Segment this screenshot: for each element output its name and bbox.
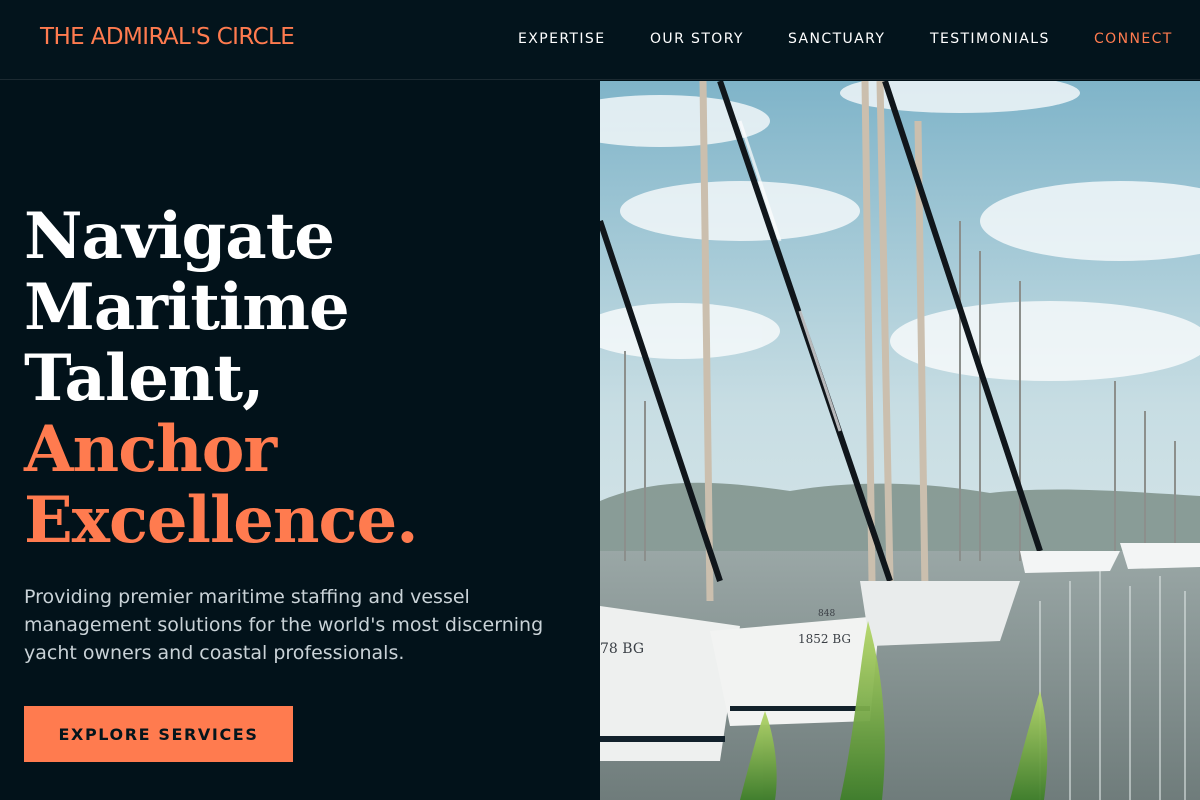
- explore-services-button[interactable]: EXPLORE SERVICES: [24, 706, 293, 762]
- nav-link-testimonials[interactable]: TESTIMONIALS: [930, 31, 1050, 47]
- hull-marking-848: 848: [818, 609, 835, 619]
- top-navigation-bar: THE ADMIRAL'S CIRCLE EXPERTISE OUR STORY…: [0, 0, 1200, 80]
- hero-subtext: Providing premier maritime staffing and …: [24, 586, 544, 664]
- nav-link-expertise[interactable]: EXPERTISE: [518, 31, 605, 47]
- main-nav: EXPERTISE OUR STORY SANCTUARY TESTIMONIA…: [0, 31, 1200, 51]
- headline-line-2: Maritime: [24, 270, 350, 345]
- headline-accent-line-2: Excellence.: [24, 483, 418, 558]
- headline-accent-line-1: Anchor: [24, 412, 277, 487]
- hull-marking-78-bg: 78 BG: [600, 641, 644, 657]
- headline-line-1: Navigate: [24, 199, 335, 274]
- marina-sailboats-photo: 78 BG 1852 BG 848: [600, 81, 1200, 800]
- nav-link-connect[interactable]: CONNECT: [1094, 31, 1173, 47]
- hero-headline: Navigate Maritime Talent, Anchor Excelle…: [24, 199, 418, 558]
- nav-link-sanctuary[interactable]: SANCTUARY: [788, 31, 885, 47]
- hull-marking-1852-bg: 1852 BG: [798, 632, 851, 646]
- hero-text-panel: Navigate Maritime Talent, Anchor Excelle…: [0, 81, 600, 800]
- headline-line-3: Talent,: [24, 341, 264, 416]
- marina-illustration: 78 BG 1852 BG 848: [600, 81, 1200, 800]
- nav-link-our-story[interactable]: OUR STORY: [650, 31, 744, 47]
